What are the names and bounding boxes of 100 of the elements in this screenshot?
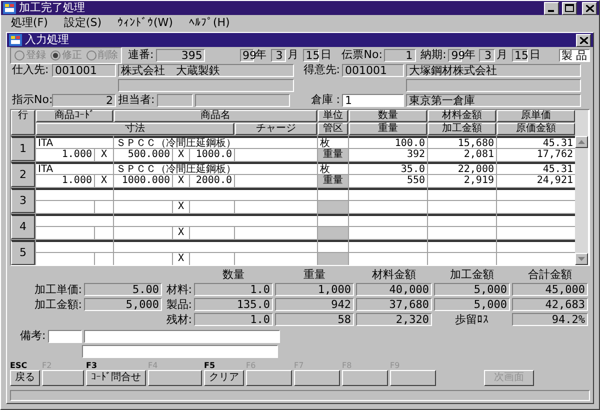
remarks-field[interactable] (84, 330, 280, 343)
scrollbar[interactable] (575, 110, 588, 265)
table-cell (318, 201, 348, 213)
up-arrow-icon (578, 140, 585, 144)
supplier-name-field[interactable] (118, 79, 294, 92)
table-cell: X (95, 149, 113, 161)
window-title: 加工完了処理 (19, 2, 86, 14)
table-cell (114, 201, 172, 213)
table-cell: 22,000 (428, 162, 496, 174)
maximize-icon (565, 4, 574, 12)
key-label: ESC (10, 361, 28, 370)
instruction-field[interactable]: 2 (52, 94, 116, 107)
minimize-button[interactable] (544, 2, 559, 14)
column-header: 単位 (318, 110, 348, 122)
row-number[interactable]: 5 (11, 240, 35, 265)
remarks-code-field[interactable] (48, 330, 82, 343)
row-number[interactable]: 2 (11, 162, 35, 187)
column-header: 材料金額 (428, 110, 496, 122)
supplier-name-field[interactable]: 株式会社 大蔵製鉄 (118, 64, 294, 77)
staff-code-field[interactable] (156, 94, 193, 107)
table-cell: 1000.0 (190, 149, 234, 161)
table-cell: 24,921 (497, 175, 575, 187)
day-label: 日 (320, 49, 332, 62)
function-key-button[interactable] (390, 370, 436, 386)
column-header: 商品ｺｰﾄﾞ (36, 110, 113, 122)
column-header: 行 (11, 110, 35, 135)
table-cell (318, 214, 348, 226)
month-field[interactable]: 3 (270, 49, 286, 62)
row-label: 製品: (165, 298, 192, 310)
row-number[interactable]: 3 (11, 188, 35, 213)
supplier-code-field[interactable]: 001001 (52, 64, 116, 77)
column-header: 数量 (222, 269, 246, 281)
table-cell (95, 201, 113, 213)
remarks-field[interactable] (82, 345, 278, 358)
day-label: 日 (530, 49, 540, 62)
table-cell: 重量 (318, 175, 348, 187)
row-number[interactable]: 1 (11, 136, 35, 161)
menu-item[interactable]: 処理(F) (5, 16, 54, 30)
customer-name-field[interactable] (406, 79, 581, 92)
warehouse-code-field[interactable]: 1 (342, 94, 404, 107)
day-field[interactable]: 15 (512, 49, 528, 62)
month-field[interactable]: 3 (479, 49, 494, 62)
function-key-button[interactable]: ｺｰﾄﾞ問合せ (86, 370, 146, 386)
field-label: 加工金額: (33, 298, 82, 310)
scroll-down-button[interactable] (575, 253, 588, 265)
function-key-button[interactable]: クリア (204, 370, 244, 386)
column-header: 管区 (318, 123, 348, 135)
table-cell: X (95, 175, 113, 187)
column-header: 合計金額 (527, 269, 573, 281)
table-cell (36, 201, 94, 213)
table-cell: X (173, 149, 189, 161)
table-cell: 2000.0 (190, 175, 234, 187)
close-button[interactable] (576, 34, 591, 46)
total-field: 2,320 (356, 313, 432, 326)
unit-price-field[interactable]: 5.00 (84, 283, 162, 296)
menu-item[interactable]: ﾍﾙﾌﾟ(H) (182, 16, 236, 30)
function-key-button[interactable] (342, 370, 388, 386)
customer-code-field[interactable]: 001001 (342, 64, 404, 77)
customer-name-field[interactable]: 大塚鋼材株式会社 (406, 64, 581, 77)
row-number[interactable]: 4 (11, 214, 35, 239)
year-label: 年 (256, 49, 267, 62)
month-label: 月 (288, 49, 299, 62)
delivery-label: 納期: (420, 49, 446, 62)
year-field[interactable]: 99 (448, 49, 462, 62)
warehouse-name-field[interactable]: 東京第一倉庫 (406, 94, 581, 107)
table-cell: 2,081 (428, 149, 496, 161)
maximize-button[interactable] (562, 2, 577, 14)
row-label: 残材: (165, 314, 192, 326)
table-cell: 45.31 (497, 162, 575, 174)
column-header: 材料金額 (371, 269, 417, 281)
menu-item[interactable]: ｳｨﾝﾄﾞｳ(W) (112, 16, 179, 30)
year-field[interactable]: 99 (240, 49, 254, 62)
warehouse-label: 倉庫 : (310, 94, 340, 107)
staff-name-field[interactable] (194, 94, 290, 107)
table-cell: 重量 (318, 149, 348, 161)
table-cell: 392 (349, 149, 427, 161)
column-header: 数量 (349, 110, 427, 122)
function-key-button[interactable] (148, 370, 202, 386)
table-cell (318, 188, 348, 200)
slip-field[interactable]: 1 (384, 49, 416, 62)
amount-field[interactable]: 5,000 (84, 298, 162, 311)
function-key-button[interactable] (42, 370, 84, 386)
function-key-button[interactable] (294, 370, 340, 386)
table-cell (114, 227, 172, 239)
month-label: 月 (496, 49, 508, 62)
table-cell: X (173, 201, 189, 213)
scroll-up-button[interactable] (575, 136, 588, 148)
row-label: 材料: (165, 284, 192, 296)
close-button[interactable] (582, 2, 597, 14)
day-field[interactable]: 15 (302, 49, 319, 62)
serial-field[interactable]: 395 (156, 49, 206, 62)
category-field[interactable]: 製 品 (558, 49, 590, 62)
total-field: 45,000 (512, 283, 588, 296)
table-cell (428, 214, 496, 226)
table-cell (428, 227, 496, 239)
yield-label: 歩留ﾛｽ (454, 314, 490, 326)
function-key-button[interactable]: 戻る (10, 370, 40, 386)
function-key-button[interactable] (246, 370, 292, 386)
remarks-label: 備考: (20, 330, 46, 343)
menu-item[interactable]: 設定(S) (58, 16, 108, 30)
